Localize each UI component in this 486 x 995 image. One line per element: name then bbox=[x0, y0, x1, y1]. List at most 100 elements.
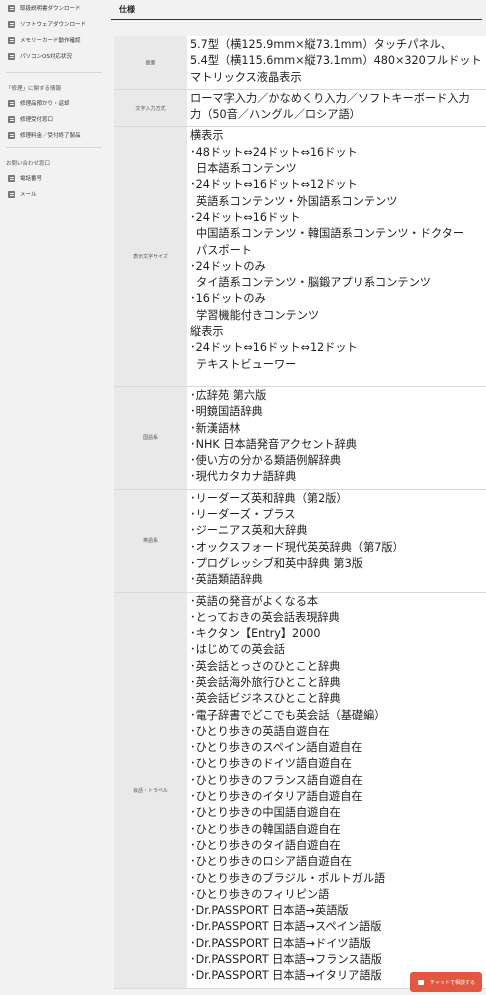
spec-line: ･とっておきの英会話表現辞典 bbox=[190, 610, 340, 624]
spec-line: ･ひとり歩きの中国語自遊自在 bbox=[190, 806, 341, 820]
spec-line: ･ひとり歩きの韓国語自遊自在 bbox=[190, 822, 341, 836]
spec-line: テキストビューワー bbox=[196, 357, 297, 371]
sidebar-item[interactable]: 修理受付窓口 bbox=[0, 111, 104, 127]
spec-line: ･電子辞書でどこでも英会話（基礎編） bbox=[190, 708, 386, 722]
sidebar-item-label: パソコンOS対応状況 bbox=[20, 54, 72, 60]
spec-line: ･英会話海外旅行ひとこと辞典 bbox=[190, 675, 341, 689]
sidebar-item[interactable]: 電話番号 bbox=[0, 170, 104, 186]
spec-line bbox=[190, 373, 486, 383]
memory-card-icon bbox=[8, 36, 15, 44]
spec-label: 会話・トラベル bbox=[114, 592, 187, 989]
spec-line: タイ語系コンテンツ・脳鍛アプリ系コンテンツ bbox=[196, 276, 431, 290]
spec-row: 表示文字サイズ 横表示 ･48ドット⇔24ドット⇔16ドット 日本語系コンテンツ ･24… bbox=[114, 126, 486, 387]
sidebar-contact-list: 電話番号 メール bbox=[0, 170, 104, 202]
sidebar-item[interactable]: 修理料金／受付終了製品 bbox=[0, 127, 104, 143]
spec-line: ･24ドット⇔16ドット⇔12ドット bbox=[190, 178, 358, 192]
spec-line: ･リーダーズ英和辞典（第2版） bbox=[190, 491, 348, 505]
wrench-icon bbox=[8, 99, 15, 107]
spec-line: パスポート bbox=[196, 243, 252, 257]
spec-line: ･ひとり歩きの英語自遊自在 bbox=[190, 724, 330, 738]
spec-line: ･オックスフォード現代英英辞典（第7版） bbox=[190, 540, 404, 554]
spec-line: ･ひとり歩きのブラジル・ポルトガル語 bbox=[190, 871, 386, 885]
sidebar-repair-list: 修理品預かり・返却修理受付窓口修理料金／受付終了製品 bbox=[0, 95, 104, 143]
main-content: 仕様 画面 5.7型（横125.9mm×縦73.1mm）タッチパネル、 5.4型（横… bbox=[111, 0, 486, 995]
spec-line: ･プログレッシブ和英中辞典 第3版 bbox=[190, 556, 363, 570]
spec-line: ･Dr.PASSPORT 日本語→スペイン語版 bbox=[190, 920, 382, 934]
spec-line: ･ひとり歩きのフランス語自遊自在 bbox=[190, 773, 363, 787]
chat-bubble-icon bbox=[418, 979, 424, 985]
computer-icon bbox=[8, 52, 15, 60]
spec-table: 画面 5.7型（横125.9mm×縦73.1mm）タッチパネル、 5.4型（横115… bbox=[114, 36, 486, 989]
spec-line: ･明鏡国語辞典 bbox=[190, 405, 263, 419]
spec-line: マトリックス液晶表示 bbox=[190, 70, 302, 84]
sidebar-top-list: 取扱説明書ダウンロード ソフトウェアダウンロード メモリーカード動作確認 パソコンOS… bbox=[0, 0, 104, 64]
spec-value: ローマ字入力／かなめくり入力／ソフトキーボード入力 力（50音／ハングル／ロシア語… bbox=[187, 89, 486, 128]
sidebar-item-label: 電話番号 bbox=[20, 176, 43, 182]
spec-line: ･24ドット⇔16ドット bbox=[190, 210, 301, 224]
divider bbox=[6, 147, 102, 148]
divider bbox=[6, 72, 102, 73]
spec-line: ･24ドット⇔16ドット⇔12ドット bbox=[190, 341, 358, 355]
sidebar-section-title: お問い合わせ窓口 bbox=[6, 161, 51, 167]
spec-line: 日本語系コンテンツ bbox=[196, 162, 297, 176]
spec-value: ･リーダーズ英和辞典（第2版） ･リーダーズ・プラス ･ジーニアス英和大辞典 ･オック… bbox=[187, 489, 486, 593]
spec-line: ･ジーニアス英和大辞典 bbox=[190, 524, 308, 538]
spec-label: 文字入力方式 bbox=[114, 89, 187, 128]
spec-line: 5.4型（横115.6mm×縦73.1mm）480×320フルドット bbox=[190, 54, 482, 68]
spec-line: ･ひとり歩きのドイツ語自遊自在 bbox=[190, 757, 352, 771]
sidebar: 取扱説明書ダウンロード ソフトウェアダウンロード メモリーカード動作確認 パソコンOS… bbox=[0, 0, 104, 995]
spec-line: 学習機能付きコンテンツ bbox=[196, 308, 320, 322]
list-icon bbox=[8, 131, 15, 139]
spec-line: 力（50音／ハングル／ロシア語） bbox=[190, 108, 361, 122]
sidebar-item-label: 取扱説明書ダウンロード bbox=[20, 6, 81, 12]
sidebar-section-title: 「修理」に関する情報 bbox=[6, 86, 62, 92]
spec-line: ローマ字入力／かなめくり入力／ソフトキーボード入力 bbox=[190, 91, 470, 105]
sidebar-item-label: メモリーカード動作確認 bbox=[20, 38, 81, 44]
sidebar-item[interactable]: 修理品預かり・返却 bbox=[0, 95, 104, 111]
download-icon bbox=[8, 20, 15, 28]
service-icon bbox=[8, 115, 15, 123]
spec-value: ･広辞苑 第六版 ･明鏡国語辞典 ･新漢語林 ･NHK 日本語発音アクセント辞典 ･使い… bbox=[187, 386, 486, 490]
phone-icon bbox=[8, 174, 15, 182]
spec-line: ･使い方の分かる類語例解辞典 bbox=[190, 454, 342, 468]
sidebar-item-label: ソフトウェアダウンロード bbox=[20, 22, 87, 28]
spec-line: 英語系コンテンツ・外国語系コンテンツ bbox=[196, 194, 398, 208]
spec-line: 横表示 bbox=[190, 129, 224, 143]
spec-line: 5.7型（横125.9mm×縦73.1mm）タッチパネル、 bbox=[190, 38, 452, 51]
spec-line: ･Dr.PASSPORT 日本語→ドイツ語版 bbox=[190, 936, 371, 950]
sidebar-item[interactable]: ソフトウェアダウンロード bbox=[0, 16, 104, 32]
spec-row: 会話・トラベル ･英語の発音がよくなる本 ･とっておきの英会話表現辞典 ･キクタン【E… bbox=[114, 592, 486, 989]
sidebar-item-label: 修理受付窓口 bbox=[20, 117, 54, 123]
spec-row: 画面 5.7型（横125.9mm×縦73.1mm）タッチパネル、 5.4型（横115… bbox=[114, 36, 486, 90]
spec-line: ･英語類語辞典 bbox=[190, 573, 263, 587]
spec-line: 縦表示 bbox=[190, 325, 224, 339]
spec-line: ･現代カタカナ語辞典 bbox=[190, 470, 297, 484]
sidebar-item-label: 修理料金／受付終了製品 bbox=[20, 133, 81, 139]
spec-line: ･NHK 日本語発音アクセント辞典 bbox=[190, 437, 357, 451]
spec-line: ･英語の発音がよくなる本 bbox=[190, 594, 319, 608]
chat-button[interactable]: チャットで相談する bbox=[410, 972, 482, 992]
spec-line: 中国語系コンテンツ・韓国語系コンテンツ・ドクター bbox=[196, 227, 465, 241]
spec-line: ･16ドットのみ bbox=[190, 292, 266, 306]
spec-line: ･リーダーズ・プラス bbox=[190, 508, 296, 522]
sidebar-item[interactable]: メール bbox=[0, 186, 104, 202]
spec-line: ･キクタン【Entry】2000 bbox=[190, 627, 321, 641]
spec-line: ･48ドット⇔24ドット⇔16ドット bbox=[190, 145, 358, 159]
spec-line: ･ひとり歩きのイタリア語自遊自在 bbox=[190, 790, 363, 804]
spec-line: ･ひとり歩きのロシア語自遊自在 bbox=[190, 855, 352, 869]
spec-row: 国語系 ･広辞苑 第六版 ･明鏡国語辞典 ･新漢語林 ･NHK 日本語発音アクセント辞典… bbox=[114, 386, 486, 490]
sidebar-item-label: メール bbox=[20, 192, 37, 198]
spec-line: ･24ドットのみ bbox=[190, 259, 266, 273]
spec-label: 国語系 bbox=[114, 386, 187, 490]
spec-value: ･英語の発音がよくなる本 ･とっておきの英会話表現辞典 ･キクタン【Entry】20… bbox=[187, 592, 486, 989]
sidebar-item[interactable]: 取扱説明書ダウンロード bbox=[0, 0, 104, 16]
spec-value: 横表示 ･48ドット⇔24ドット⇔16ドット日本語系コンテンツ ･24ドット⇔16ド… bbox=[187, 126, 486, 387]
spec-line: ･広辞苑 第六版 bbox=[190, 388, 267, 402]
spec-label: 画面 bbox=[114, 36, 187, 90]
spec-line: ･英会話ビジネスひとこと辞典 bbox=[190, 692, 341, 706]
spec-row: 文字入力方式 ローマ字入力／かなめくり入力／ソフトキーボード入力 力（50音／ハング… bbox=[114, 89, 486, 128]
mail-icon bbox=[8, 190, 15, 198]
sidebar-item[interactable]: パソコンOS対応状況 bbox=[0, 48, 104, 64]
document-icon bbox=[8, 4, 15, 12]
sidebar-item[interactable]: メモリーカード動作確認 bbox=[0, 32, 104, 48]
